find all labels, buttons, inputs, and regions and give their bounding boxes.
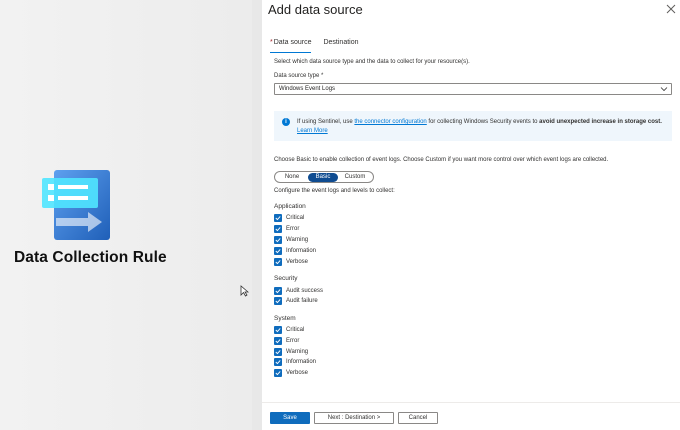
select-value: Windows Event Logs [279,86,336,92]
checkbox-checked[interactable] [274,246,282,255]
data-collection-rule-icon [42,170,110,240]
checkbox-label: Audit failure [286,297,318,304]
tab-data-source[interactable]: *Data source [270,39,312,53]
tab-label: Destination [323,39,359,46]
data-source-type-label: Data source type * [274,73,323,79]
checkbox-checked[interactable] [274,296,282,305]
checkbox-application-verbose[interactable]: Verbose [274,257,308,266]
checkbox-checked[interactable] [274,325,282,334]
checkmark-icon [275,370,281,375]
checkbox-label: Warning [286,348,309,355]
checkbox-label: Critical [286,326,305,333]
checkbox-checked[interactable] [274,213,282,222]
mouse-cursor-icon [240,285,249,297]
checkbox-label: Verbose [286,369,309,376]
required-star: * [270,39,273,46]
checkbox-checked[interactable] [274,286,282,295]
checkbox-application-information[interactable]: Information [274,246,316,255]
info-text: If using Sentinel, use [297,119,355,125]
checkmark-icon [275,338,281,343]
checkbox-label: Verbose [286,258,309,265]
checkbox-checked[interactable] [274,347,282,356]
close-icon[interactable] [666,4,676,14]
collection-level-toggle: None Basic Custom [274,171,374,183]
info-banner: i If using Sentinel, use the connector c… [274,111,672,141]
save-button[interactable]: Save [270,412,310,424]
data-source-type-select[interactable]: Windows Event Logs [274,83,672,95]
info-text: for collecting Windows Security events t… [426,119,540,125]
checkbox-application-error[interactable]: Error [274,224,299,233]
option-custom[interactable]: Custom [338,173,372,182]
checkbox-system-warning[interactable]: Warning [274,347,308,356]
collection-instructions: Choose Basic to enable collection of eve… [274,157,609,163]
group-title-system: System [274,315,296,322]
checkbox-system-critical[interactable]: Critical [274,325,304,334]
background-pane: Data Collection Rule [0,0,252,430]
checkbox-label: Warning [286,236,309,243]
checkbox-system-information[interactable]: Information [274,357,316,366]
option-none[interactable]: None [276,173,308,182]
checkmark-icon [275,327,281,332]
checkmark-icon [275,215,281,220]
checkbox-checked[interactable] [274,257,282,266]
required-mark: * [321,73,324,79]
panel-title: Add data source [268,2,363,17]
checkmark-icon [275,359,281,364]
checkmark-icon [275,248,281,253]
tab-bar: *Data source Destination [270,39,359,53]
field-label-text: Data source type [274,73,320,79]
cancel-button[interactable]: Cancel [398,412,438,424]
tab-destination[interactable]: Destination [323,39,358,53]
checkmark-icon [275,349,281,354]
checkbox-security-audit-failure[interactable]: Audit failure [274,296,318,305]
group-title-security: Security [274,275,298,282]
checkmark-icon [275,226,281,231]
checkbox-label: Error [286,225,300,232]
checkbox-application-warning[interactable]: Warning [274,235,308,244]
checkbox-checked[interactable] [274,357,282,366]
form-description: Select which data source type and the da… [274,59,470,65]
chevron-down-icon [660,87,668,92]
configure-text: Configure the event logs and levels to c… [274,188,395,194]
checkbox-checked[interactable] [274,235,282,244]
divider [252,0,262,430]
checkmark-icon [275,288,281,293]
next-destination-button[interactable]: Next : Destination > [314,412,394,424]
connector-configuration-link[interactable]: the connector configuration [354,119,426,125]
panel-footer: Save Next : Destination > Cancel [262,402,680,430]
checkbox-system-verbose[interactable]: Verbose [274,368,308,377]
tab-label: Data source [273,39,312,46]
checkbox-label: Information [286,247,317,254]
checkbox-system-error[interactable]: Error [274,336,299,345]
checkbox-checked[interactable] [274,368,282,377]
checkmark-icon [275,298,281,303]
checkbox-application-critical[interactable]: Critical [274,213,304,222]
group-title-application: Application [274,203,306,210]
checkmark-icon [275,259,281,264]
checkbox-label: Critical [286,214,305,221]
learn-more-link[interactable]: Learn More [297,128,328,134]
checkmark-icon [275,237,281,242]
info-icon: i [282,118,290,126]
checkbox-label: Error [286,337,300,344]
checkbox-security-audit-success[interactable]: Audit success [274,286,323,295]
checkbox-label: Information [286,358,317,365]
option-basic[interactable]: Basic [308,172,338,182]
checkbox-label: Audit success [286,287,324,294]
add-data-source-panel: Add data source *Data source Destination… [262,0,680,430]
checkbox-checked[interactable] [274,224,282,233]
feature-title: Data Collection Rule [14,249,167,266]
checkbox-checked[interactable] [274,336,282,345]
info-emphasis: avoid unexpected increase in storage cos… [539,119,662,125]
